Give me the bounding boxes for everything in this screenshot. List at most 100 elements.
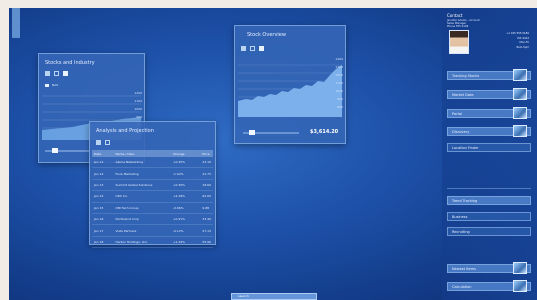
table-row[interactable]: Jan 16 Northwind Corp +0.91% 33.40 [92,213,213,226]
nav-label: Tracking Stocks [452,74,480,78]
axis-label: 900 [136,115,142,119]
table-cell: Jan 18 [92,236,114,249]
table-cell: DBI Tech Group [113,202,171,214]
table-cell: 9.88 [200,202,213,214]
grid-view-icon[interactable] [54,71,59,76]
chart-view-icon[interactable] [63,71,68,76]
overview-chart-svg [238,64,342,117]
axis-label: 1000 [335,89,343,93]
table-row[interactable]: Jan 17 Vista Partners -0.12% 27.15 [92,224,213,237]
table-cell: 27.15 [200,224,213,237]
axis-label: 1200 [335,73,343,77]
nav-label: Newest Items [452,267,476,271]
nav-label: Calculation [452,285,472,289]
table-cell: CBX Inc. [113,190,171,203]
list-view-icon[interactable] [96,140,101,145]
analysis-table: Date Name / Desc Change Price Jan 11 Alpi… [92,150,213,249]
desktop: Stocks and Industry NAS 1200 1100 1000 9… [9,8,537,300]
table-cell: 33.40 [200,213,213,226]
table-cell: +1.44% [170,236,201,249]
thumbnail-icon [513,88,527,100]
list-view-icon[interactable] [45,71,50,76]
table-cell: Jan 15 [92,202,114,214]
contact-details: Jennifer Adams - Account Sales Manager P… [447,19,480,28]
list-view-icon[interactable] [241,46,246,51]
nav-trend-tracking[interactable]: Trend Tracking [447,196,531,205]
table-cell: -1.02% [170,167,201,180]
legend-swatch-icon [45,83,49,87]
nav-recruiting[interactable]: Recruiting [447,227,531,236]
column-header[interactable]: Change [170,150,201,157]
window-toolbar [45,71,68,76]
column-header[interactable]: Name / Desc [113,150,171,157]
nav-label: Portal [452,112,463,116]
column-header[interactable]: Date [92,150,114,157]
table-row[interactable]: Jan 12 Fiore Marketing -1.02% 41.75 [92,167,213,180]
nav-newest-items[interactable]: Newest Items [447,262,531,274]
contact-avatar[interactable] [449,30,469,54]
table-row[interactable]: Jan 18 Harbor Holdings, Ltd. +1.44% 55.90 [92,236,213,249]
nav-location-finder[interactable]: Location Finder [447,143,531,152]
current-value: $3,614.20 [310,129,339,135]
nav-calculation[interactable]: Calculation [447,280,531,292]
table-cell: +2.18% [170,190,201,203]
table-cell: 18.60 [200,179,213,192]
stock-overview-window[interactable]: Stock Overview 1400 1300 1200 1100 1000 … [234,25,346,144]
right-sidebar: Contact Jennifer Adams - Account Sales M… [442,8,537,300]
window-toolbar [96,140,110,145]
nav-business[interactable]: Business [447,212,531,221]
analysis-projection-window[interactable]: Analysis and Projection Date Name / Desc… [89,121,216,249]
nav-tracking-stocks[interactable]: Tracking Stocks [447,69,531,81]
grid-view-icon[interactable] [250,46,255,51]
contact-number: +1 425 555 0180 [506,32,529,35]
table-cell: +0.91% [170,213,201,226]
thumbnail-icon [513,280,527,292]
table-cell: 55.90 [200,236,213,249]
grid-view-icon[interactable] [105,140,110,145]
thumbnail-icon [513,107,527,119]
table-cell: +0.30% [170,179,201,192]
axis-label: 1100 [335,81,343,85]
table-cell: Alpine Networking [113,157,171,169]
nav-label: Trend Tracking [452,199,478,203]
axis-label: 1200 [134,91,142,95]
nav-discovery[interactable]: Discovery [447,125,531,137]
contact-number: 8am-5pm [516,45,529,49]
contact-numbers: +1 425 555 0180 Ext 4412 Mon-Fri 8am-5pm [506,32,529,50]
nav-label: Market Data [452,93,474,97]
table-cell: +0.45% [170,157,201,169]
axis-label: 900 [337,97,343,101]
axis-label: 1100 [134,99,142,103]
window-title: Analysis and Projection [96,128,154,134]
nav-label: Location Finder [452,146,479,150]
chart-legend: NAS [45,83,58,87]
table-cell: Jan 14 [92,190,114,203]
divider [447,188,531,189]
table-row[interactable]: Jan 14 CBX Inc. +2.18% 62.05 [92,190,213,203]
chart-view-icon[interactable] [259,46,264,51]
table-cell: 62.05 [200,190,213,203]
table-header-row: Date Name / Desc Change Price [92,150,213,157]
contact-title: Contact [447,13,463,18]
time-slider-handle[interactable] [249,130,255,135]
nav-market-data[interactable]: Market Data [447,88,531,100]
table-cell: Jan 17 [92,224,114,237]
table-cell: Jan 16 [92,213,114,226]
time-slider-handle[interactable] [52,148,58,153]
taskbar-launch-button[interactable]: Launch [231,293,317,300]
column-header[interactable]: Price [200,150,213,157]
window-title: Stocks and Industry [45,60,95,66]
table-cell: 23.10 [200,157,213,169]
table-row[interactable]: Jan 13 Summit Global Solutions +0.30% 18.60 [92,179,213,192]
contact-line: Phone 555 0199 [447,25,469,28]
nav-label: Business [452,215,468,219]
nav-portal[interactable]: Portal [447,107,531,119]
table-cell: Northwind Corp [113,213,171,226]
table-row[interactable]: Jan 15 DBI Tech Group -0.66% 9.88 [92,202,213,214]
thumbnail-icon [513,69,527,81]
table-row[interactable]: Jan 11 Alpine Networking +0.45% 23.10 [92,157,213,169]
nav-label: Recruiting [452,230,470,234]
window-toolbar [241,46,264,51]
axis-label: 800 [337,105,343,109]
table-cell: Harbor Holdings, Ltd. [113,236,171,249]
